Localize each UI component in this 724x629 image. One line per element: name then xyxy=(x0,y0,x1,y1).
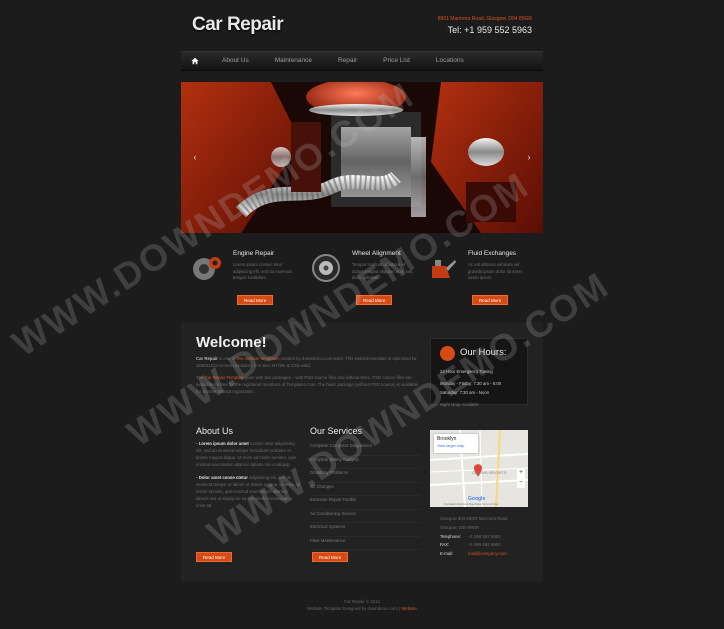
hours-line: 24 Hour Emergency Towing xyxy=(440,369,493,374)
about-text: • Lorem ipsum dolor amet consec tetur ad… xyxy=(196,441,301,508)
copyright: Car Repair © 2012 xyxy=(344,599,380,604)
map-info-card: Brooklyn View larger map xyxy=(434,434,478,453)
feature-fluid-exchanges: Fluid Exchanges Ac est ultricies vehicul… xyxy=(418,250,530,310)
fax-label: FAX: xyxy=(440,542,450,548)
wheel-icon xyxy=(312,254,340,282)
service-item[interactable]: Complete Computer Diagnostics xyxy=(310,442,420,456)
services-list: Complete Computer Diagnostics Complete S… xyxy=(310,442,420,550)
services-read-more-button[interactable]: Read More xyxy=(312,552,349,562)
contact-info: Glasgow d04 89GR Marmora Road, Glasgow, … xyxy=(440,515,535,559)
hours-line: Night Drop Available xyxy=(440,402,479,407)
header-address: 8901 Marmora Road, Glasgow, D04 89GR xyxy=(437,16,532,22)
map-larger-link[interactable]: View larger map xyxy=(437,444,464,448)
feature-wheel-alignment: Wheel Alignment Tempor incidunt ut labor… xyxy=(302,250,414,310)
telephone-value: +1 959 552 5963 xyxy=(468,533,501,539)
contact-address: Glasgow, D04 89GR xyxy=(440,524,480,530)
nav-item-price-list[interactable]: Price List xyxy=(370,51,423,71)
hours-line: Monday - Friday: 7:30 am - 6:00 xyxy=(440,381,502,386)
map-area-label: CROWN HEIGHTS xyxy=(472,470,507,475)
page: Car Repair 8901 Marmora Road, Glasgow, D… xyxy=(181,0,543,629)
read-more-button[interactable]: Read More xyxy=(356,295,393,305)
service-item[interactable]: Emission Repair Facility xyxy=(310,496,420,510)
feature-text: Tempor incidunt ut labore et dolore magn… xyxy=(352,262,413,280)
welcome-lead: Car Repair xyxy=(196,356,218,361)
hero-slider: ‹ › xyxy=(181,82,543,233)
nav-item-about-us[interactable]: About Us xyxy=(209,51,262,71)
welcome-text: Car Repair is one of free website templa… xyxy=(196,355,421,395)
nav-item-repair[interactable]: Repair xyxy=(325,51,370,71)
engine-image xyxy=(181,82,543,233)
nav-item-maintenance[interactable]: Maintenance xyxy=(262,51,325,71)
clock-icon xyxy=(440,346,455,361)
welcome-title: Welcome! xyxy=(196,334,267,351)
nav-item-locations[interactable]: Locations xyxy=(423,51,477,71)
main-nav: About Us Maintenance Repair Price List L… xyxy=(181,51,543,71)
engine-icon xyxy=(193,257,221,280)
telephone-label: Telephone: xyxy=(440,533,462,539)
home-icon[interactable] xyxy=(181,51,209,71)
email-label: E-mail: xyxy=(440,551,454,557)
welcome-text-part: is one of xyxy=(217,356,237,361)
oil-can-icon xyxy=(432,260,456,278)
service-item[interactable]: Drivability Problems xyxy=(310,469,420,483)
feature-title: Fluid Exchanges xyxy=(468,250,517,257)
footer-website-link[interactable]: Website xyxy=(401,606,416,611)
site-logo[interactable]: Car Repair xyxy=(192,14,284,36)
about-read-more-button[interactable]: Read More xyxy=(196,552,233,562)
feature-engine-repair: Engine Repair Lorem ipsum consec tetur a… xyxy=(183,250,295,310)
hours-line: Saturday: 7:30 am - Noon xyxy=(440,390,490,395)
slider-next-arrow[interactable]: › xyxy=(525,152,533,162)
map-zoom-control[interactable]: + − xyxy=(517,468,525,488)
location-map[interactable]: Brooklyn View larger map CROWN HEIGHTS +… xyxy=(430,430,528,507)
about-title: About Us xyxy=(196,426,234,436)
about-lead: Dolor amet conse ctetur xyxy=(198,475,248,480)
feature-title: Wheel Alignment xyxy=(352,250,401,257)
slider-prev-arrow[interactable]: ‹ xyxy=(191,152,199,162)
fax-value: +1 959 552 5963 xyxy=(468,542,501,548)
header-phone: Tel: +1 959 552 5963 xyxy=(447,25,532,35)
template-link[interactable]: Car Repair Template xyxy=(205,375,244,380)
feature-text: Lorem ipsum consec tetur adipiscing elit… xyxy=(233,262,292,280)
feature-title: Engine Repair xyxy=(233,250,275,257)
service-item[interactable]: Oil Changes xyxy=(310,483,420,496)
hours-panel: Our Hours: 24 Hour Emergency Towing Mond… xyxy=(430,338,528,407)
service-item[interactable]: Fleet Maintenance xyxy=(310,537,420,550)
read-more-button[interactable]: Read More xyxy=(472,295,509,305)
footer: Car Repair © 2012 Website Template Desig… xyxy=(181,598,543,612)
service-item[interactable]: Air Conditioning Service xyxy=(310,510,420,523)
about-lead: Lorem ipsum dolor amet xyxy=(198,441,249,446)
service-item[interactable]: Complete Safety Analysis xyxy=(310,456,420,469)
email-link[interactable]: mail@company.com xyxy=(468,551,507,556)
hours-title: Our Hours: xyxy=(460,347,507,358)
map-footer: Keyboard shortcuts Map Data Terms of Use xyxy=(444,502,499,506)
free-templates-link[interactable]: free website templates xyxy=(236,356,279,361)
read-more-button[interactable]: Read More xyxy=(237,295,274,305)
feature-text: Ac est ultricies vehicula vel gravida ip… xyxy=(468,262,522,280)
main-content: Welcome! Car Repair is one of free websi… xyxy=(181,322,543,582)
map-place: Brooklyn xyxy=(437,436,457,442)
services-title: Our Services xyxy=(310,426,363,436)
welcome-text-part: The xyxy=(196,375,205,380)
footer-credit: Website Template Designed by downdemo.co… xyxy=(307,606,402,611)
contact-address: Glasgow d04 89GR Marmora Road, xyxy=(440,516,509,521)
service-item[interactable]: Electrical Systems xyxy=(310,523,420,537)
